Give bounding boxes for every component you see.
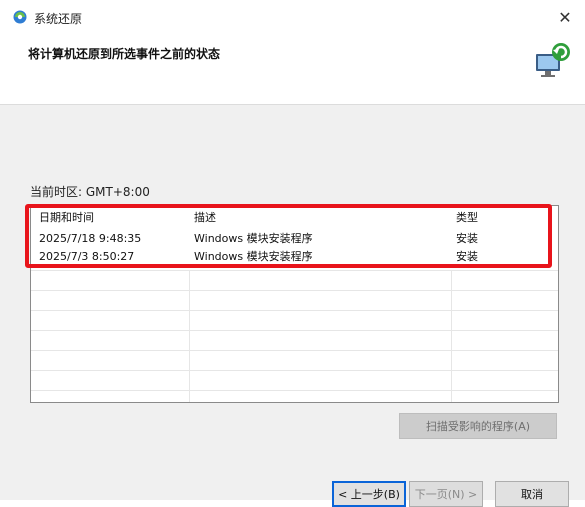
- restore-computer-icon: [536, 43, 570, 77]
- row-type: 安装: [456, 250, 478, 263]
- table-grid-line: [31, 350, 558, 351]
- scan-affected-programs-button[interactable]: 扫描受影响的程序(A): [399, 413, 557, 439]
- table-grid-line: [31, 370, 558, 371]
- close-icon: ✕: [558, 7, 572, 27]
- timezone-label: 当前时区: GMT+8:00: [30, 185, 150, 199]
- page-heading: 将计算机还原到所选事件之前的状态: [28, 47, 221, 61]
- row-type: 安装: [456, 232, 478, 245]
- cancel-button[interactable]: 取消: [495, 481, 569, 507]
- next-button[interactable]: 下一页(N) >: [409, 481, 483, 507]
- column-header-datetime[interactable]: 日期和时间: [39, 208, 94, 228]
- system-restore-window: 系统还原 ✕ 将计算机还原到所选事件之前的状态 当前时区: GMT+8:00 日…: [0, 0, 585, 507]
- title-bar: 系统还原 ✕: [0, 0, 585, 34]
- table-grid-line: [31, 330, 558, 331]
- close-button[interactable]: ✕: [545, 0, 585, 34]
- table-grid-line: [31, 310, 558, 311]
- table-column-divider: [451, 270, 452, 402]
- row-datetime: 2025/7/18 9:48:35: [39, 232, 142, 245]
- table-row[interactable]: 2025/7/3 8:50:27 Windows 模块安装程序 安装: [31, 247, 558, 267]
- table-row[interactable]: 2025/7/18 9:48:35 Windows 模块安装程序 安装: [31, 229, 558, 249]
- table-grid-line: [31, 390, 558, 391]
- row-description: Windows 模块安装程序: [194, 232, 313, 245]
- table-grid-line: [31, 270, 558, 271]
- row-description: Windows 模块安装程序: [194, 250, 313, 263]
- column-header-description[interactable]: 描述: [194, 208, 216, 228]
- table-header-row: 日期和时间 描述 类型: [31, 208, 558, 228]
- wizard-header: 将计算机还原到所选事件之前的状态: [0, 34, 585, 105]
- restore-points-table: 日期和时间 描述 类型 2025/7/18 9:48:35 Windows 模块…: [30, 205, 559, 403]
- back-button[interactable]: < 上一步(B): [332, 481, 406, 507]
- table-column-divider: [189, 270, 190, 402]
- table-grid-line: [31, 290, 558, 291]
- window-title: 系统还原: [34, 12, 83, 26]
- row-datetime: 2025/7/3 8:50:27: [39, 250, 135, 263]
- column-header-type[interactable]: 类型: [456, 208, 478, 228]
- system-restore-icon: [13, 10, 27, 24]
